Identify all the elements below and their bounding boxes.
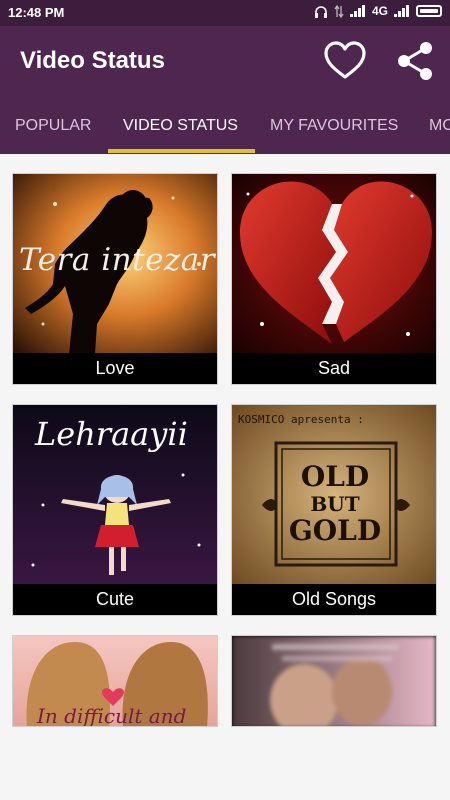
network-type: 4G [371, 4, 388, 18]
cute-thumbnail: Lehraayii [13, 405, 217, 585]
badge-line-1: OLD [300, 460, 370, 493]
favorite-heart-icon[interactable] [323, 41, 367, 81]
share-icon[interactable] [394, 39, 436, 83]
tab-my-favourites[interactable]: MY FAVOURITES [270, 117, 398, 135]
sad-thumbnail [232, 174, 436, 354]
badge-line-3: GOLD [288, 514, 382, 547]
tab-video-status[interactable]: VIDEO STATUS [123, 117, 238, 135]
status-icons: 4G [314, 4, 442, 18]
partial-thumbnail-2 [232, 636, 436, 726]
data-arrows-icon [334, 4, 344, 18]
category-card-cute[interactable]: Lehraayii Cute [12, 404, 218, 616]
category-label-old-songs: Old Songs [232, 584, 436, 615]
tab-indicator [108, 149, 255, 153]
battery-icon [416, 5, 442, 17]
category-card-partial-2[interactable] [231, 635, 437, 727]
app-bar: Video Status [0, 26, 450, 98]
category-label-cute: Cute [13, 584, 217, 615]
category-label-love: Love [13, 353, 217, 384]
badge-line-2: BUT [310, 492, 360, 516]
tab-popular[interactable]: POPULAR [15, 117, 91, 135]
signal-icon-2 [394, 5, 410, 17]
cute-overlay-text: Lehraayii [35, 415, 188, 453]
love-overlay-text: Tera intezar [19, 242, 216, 278]
category-label-sad: Sad [232, 353, 436, 384]
category-card-old-songs[interactable]: KOSMICO apresenta : OLD BUT GOLD Old Son… [231, 404, 437, 616]
partial-overlay-text: In difficult and [37, 704, 187, 727]
category-card-sad[interactable]: Sad [231, 173, 437, 385]
partial-thumbnail-1: In difficult and [13, 636, 217, 727]
category-card-love[interactable]: Tera intezar Love [12, 173, 218, 385]
old-but-gold-badge: OLD BUT GOLD [284, 463, 386, 545]
headphones-icon [314, 5, 327, 18]
love-thumbnail: Tera intezar [13, 174, 217, 354]
old-songs-overlay-text: KOSMICO apresenta : [238, 413, 364, 426]
old-songs-thumbnail: KOSMICO apresenta : OLD BUT GOLD [232, 405, 436, 585]
tab-more[interactable]: MO [429, 117, 450, 135]
category-card-partial-1[interactable]: In difficult and [12, 635, 218, 727]
status-time: 12:48 PM [8, 5, 65, 20]
signal-icon [349, 5, 366, 17]
tab-bar: POPULAR VIDEO STATUS MY FAVOURITES MO [0, 98, 450, 154]
app-title: Video Status [20, 47, 165, 74]
category-grid: Tera intezar Love Sad Lehraayii Cute KOS… [0, 155, 450, 800]
status-bar: 12:48 PM 4G [0, 0, 450, 26]
